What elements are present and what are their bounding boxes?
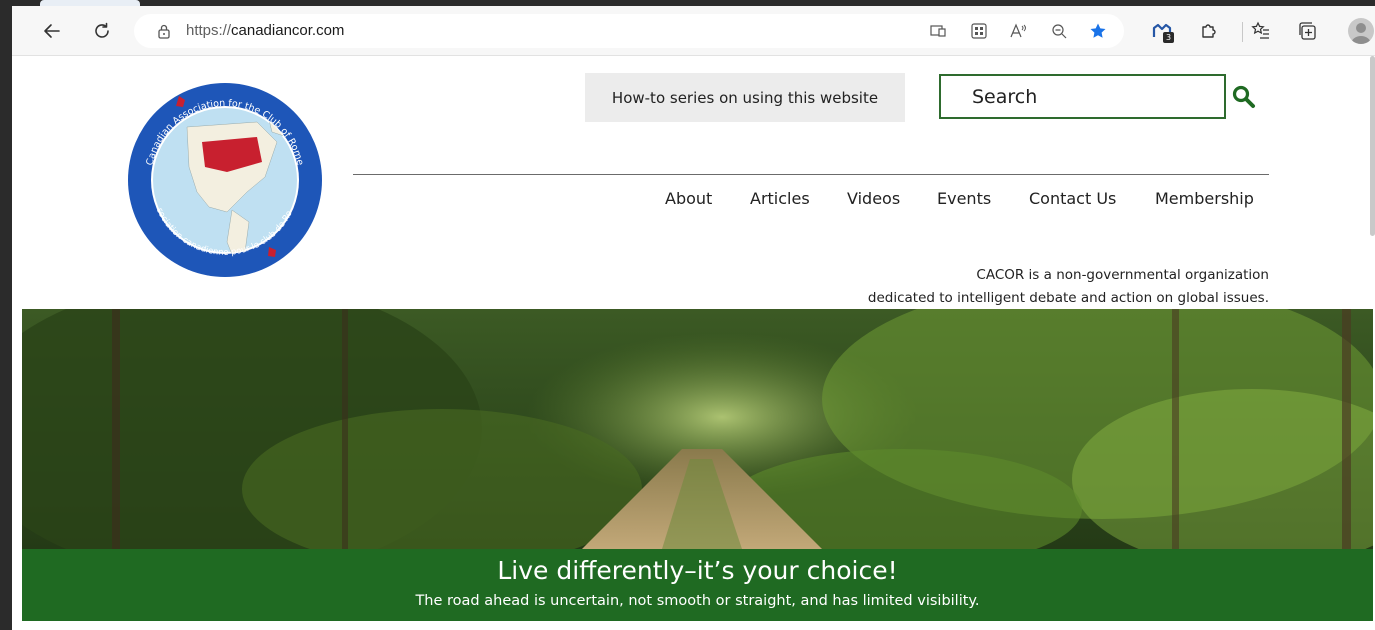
- nav-item-events[interactable]: Events: [937, 189, 991, 208]
- profile-avatar[interactable]: [1348, 18, 1374, 44]
- page-scrollbar[interactable]: [1370, 56, 1375, 236]
- read-aloud-button[interactable]: [1008, 21, 1028, 41]
- star-filled-icon: [1090, 23, 1106, 38]
- extension-badge: 3: [1163, 32, 1174, 43]
- extension-icon-wrap: 3: [1152, 21, 1174, 43]
- toolbar-divider: [1242, 22, 1243, 42]
- hero-banner: Live differently–it’s your choice! The r…: [22, 549, 1373, 621]
- grid-icon: [971, 23, 987, 39]
- app-window-icon: [930, 25, 946, 37]
- refresh-button[interactable]: [88, 17, 116, 45]
- zoom-out-button[interactable]: [1049, 21, 1069, 41]
- collections-button[interactable]: [1294, 17, 1322, 45]
- refresh-icon: [95, 22, 109, 38]
- browser-toolbar: https://canadiancor.com 3: [12, 6, 1375, 56]
- arrow-left-icon: [44, 24, 60, 38]
- puzzle-icon: [1202, 24, 1216, 38]
- favorite-star-button[interactable]: [1088, 21, 1108, 41]
- nav-item-membership[interactable]: Membership: [1155, 189, 1254, 208]
- nav-item-videos[interactable]: Videos: [847, 189, 900, 208]
- url-scheme: https://: [186, 22, 232, 39]
- person-icon: [1351, 23, 1371, 44]
- extensions-grid-button[interactable]: [969, 21, 989, 41]
- nav-item-articles[interactable]: Articles: [750, 189, 810, 208]
- hero-forest-image: [22, 309, 1373, 549]
- zoom-out-icon: [1052, 24, 1067, 39]
- howto-series-button[interactable]: How-to series on using this website: [585, 73, 905, 122]
- back-button[interactable]: [38, 17, 66, 45]
- tagline-line-2: dedicated to intelligent debate and acti…: [867, 290, 1269, 306]
- url-host: canadiancor.com: [231, 22, 345, 39]
- app-available-button[interactable]: [928, 21, 948, 41]
- header-divider: [353, 174, 1269, 175]
- address-bar[interactable]: https://canadiancor.com: [134, 14, 1124, 48]
- window-frame-left: [0, 0, 12, 630]
- tagline-line-1: CACOR is a non-governmental organization: [976, 267, 1269, 283]
- forest-path-image: [22, 309, 1373, 549]
- cacor-logo[interactable]: Canadian Association for the Club of Rom…: [127, 82, 323, 278]
- read-aloud-icon: [1010, 23, 1026, 38]
- search-input[interactable]: [941, 76, 1224, 117]
- search-icon[interactable]: [1231, 84, 1257, 110]
- favorites-list-icon: [1251, 21, 1269, 39]
- search-box: [939, 74, 1226, 119]
- hero-title: Live differently–it’s your choice!: [497, 556, 898, 585]
- url-text[interactable]: https://canadiancor.com: [186, 22, 344, 39]
- hero-subtitle: The road ahead is uncertain, not smooth …: [415, 593, 980, 609]
- collections-icon: [1299, 22, 1316, 40]
- lock-icon[interactable]: [156, 23, 172, 39]
- nav-item-about[interactable]: About: [665, 189, 712, 208]
- extensions-button[interactable]: [1195, 17, 1223, 45]
- nav-item-contact-us[interactable]: Contact Us: [1029, 189, 1116, 208]
- favorites-button[interactable]: [1247, 17, 1275, 45]
- extension-button[interactable]: 3: [1148, 17, 1176, 45]
